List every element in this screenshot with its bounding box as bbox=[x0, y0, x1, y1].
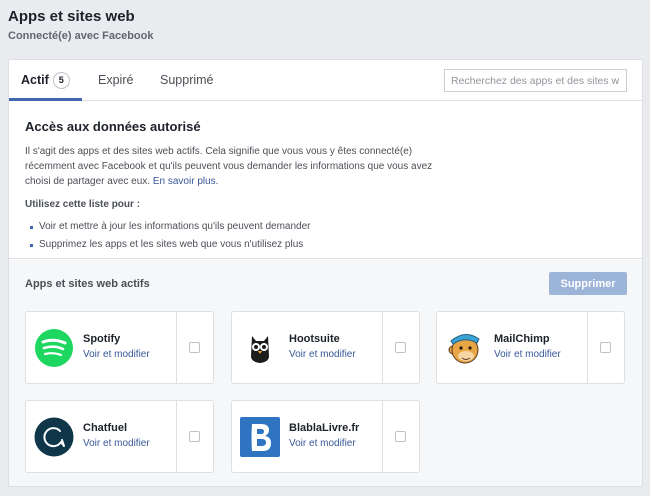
card-divider bbox=[176, 312, 177, 383]
tab-actif[interactable]: Actif 5 bbox=[9, 60, 82, 101]
info-section: Accès aux données autorisé Il s'agit des… bbox=[9, 101, 642, 259]
view-edit-link[interactable]: Voir et modifier bbox=[494, 349, 561, 360]
app-name: Spotify bbox=[83, 333, 121, 345]
tab-label: Supprimé bbox=[160, 73, 214, 87]
list-item: Supprimez les apps et les sites web que … bbox=[25, 236, 626, 254]
card-divider bbox=[587, 312, 588, 383]
app-name: BlablaLivre.fr bbox=[289, 422, 360, 434]
card-divider bbox=[176, 401, 177, 472]
card-divider bbox=[382, 312, 383, 383]
app-card-spotify[interactable]: Spotify Voir et modifier bbox=[25, 311, 214, 384]
tab-label: Expiré bbox=[98, 73, 134, 87]
apps-section-title: Apps et sites web actifs bbox=[25, 278, 150, 290]
hootsuite-owl-icon bbox=[240, 328, 280, 368]
tab-bar: Actif 5 Expiré Supprimé bbox=[9, 60, 642, 101]
app-card-blablalivre[interactable]: BlablaLivre.fr Voir et modifier bbox=[231, 400, 420, 473]
page-subtitle: Connecté(e) avec Facebook bbox=[8, 30, 154, 42]
card-divider bbox=[382, 401, 383, 472]
app-card-hootsuite[interactable]: Hootsuite Voir et modifier bbox=[231, 311, 420, 384]
app-name: Chatfuel bbox=[83, 422, 127, 434]
info-heading: Accès aux données autorisé bbox=[25, 119, 201, 134]
learn-more-link[interactable]: En savoir plus. bbox=[153, 176, 219, 187]
view-edit-link[interactable]: Voir et modifier bbox=[289, 438, 356, 449]
app-name: Hootsuite bbox=[289, 333, 340, 345]
tab-label: Actif bbox=[21, 73, 49, 87]
tab-count-badge: 5 bbox=[52, 72, 70, 89]
usage-list: Voir et mettre à jour les informations q… bbox=[25, 218, 626, 254]
delete-button[interactable]: Supprimer bbox=[549, 272, 627, 295]
blablalivre-b-icon bbox=[240, 417, 280, 457]
info-description-text: Il s'agit des apps et des sites web acti… bbox=[25, 146, 433, 187]
app-checkbox[interactable] bbox=[189, 342, 200, 353]
active-apps-section: Apps et sites web actifs Supprimer Spoti… bbox=[9, 260, 642, 486]
app-card-chatfuel[interactable]: Chatfuel Voir et modifier bbox=[25, 400, 214, 473]
apps-panel: Actif5 Expiré Supprimé Accès aux données… bbox=[8, 59, 643, 487]
search-input[interactable] bbox=[444, 69, 627, 92]
app-checkbox[interactable] bbox=[189, 431, 200, 442]
app-checkbox[interactable] bbox=[600, 342, 611, 353]
view-edit-link[interactable]: Voir et modifier bbox=[289, 349, 356, 360]
page-header: Apps et sites web Connecté(e) avec Faceb… bbox=[8, 8, 154, 42]
tab-supprime[interactable]: Supprimé bbox=[160, 60, 214, 101]
list-title: Utilisez cette liste pour : bbox=[25, 199, 141, 210]
view-edit-link[interactable]: Voir et modifier bbox=[83, 349, 150, 360]
app-checkbox[interactable] bbox=[395, 431, 406, 442]
mailchimp-monkey-icon bbox=[445, 328, 485, 368]
app-card-mailchimp[interactable]: MailChimp Voir et modifier bbox=[436, 311, 625, 384]
app-name: MailChimp bbox=[494, 333, 550, 345]
list-item: Voir et mettre à jour les informations q… bbox=[25, 218, 626, 236]
info-description: Il s'agit des apps et des sites web acti… bbox=[25, 144, 455, 189]
spotify-icon bbox=[34, 328, 74, 368]
page-title: Apps et sites web bbox=[8, 8, 135, 25]
chatfuel-icon bbox=[34, 417, 74, 457]
tab-expire[interactable]: Expiré bbox=[98, 60, 133, 101]
view-edit-link[interactable]: Voir et modifier bbox=[83, 438, 150, 449]
app-checkbox[interactable] bbox=[395, 342, 406, 353]
